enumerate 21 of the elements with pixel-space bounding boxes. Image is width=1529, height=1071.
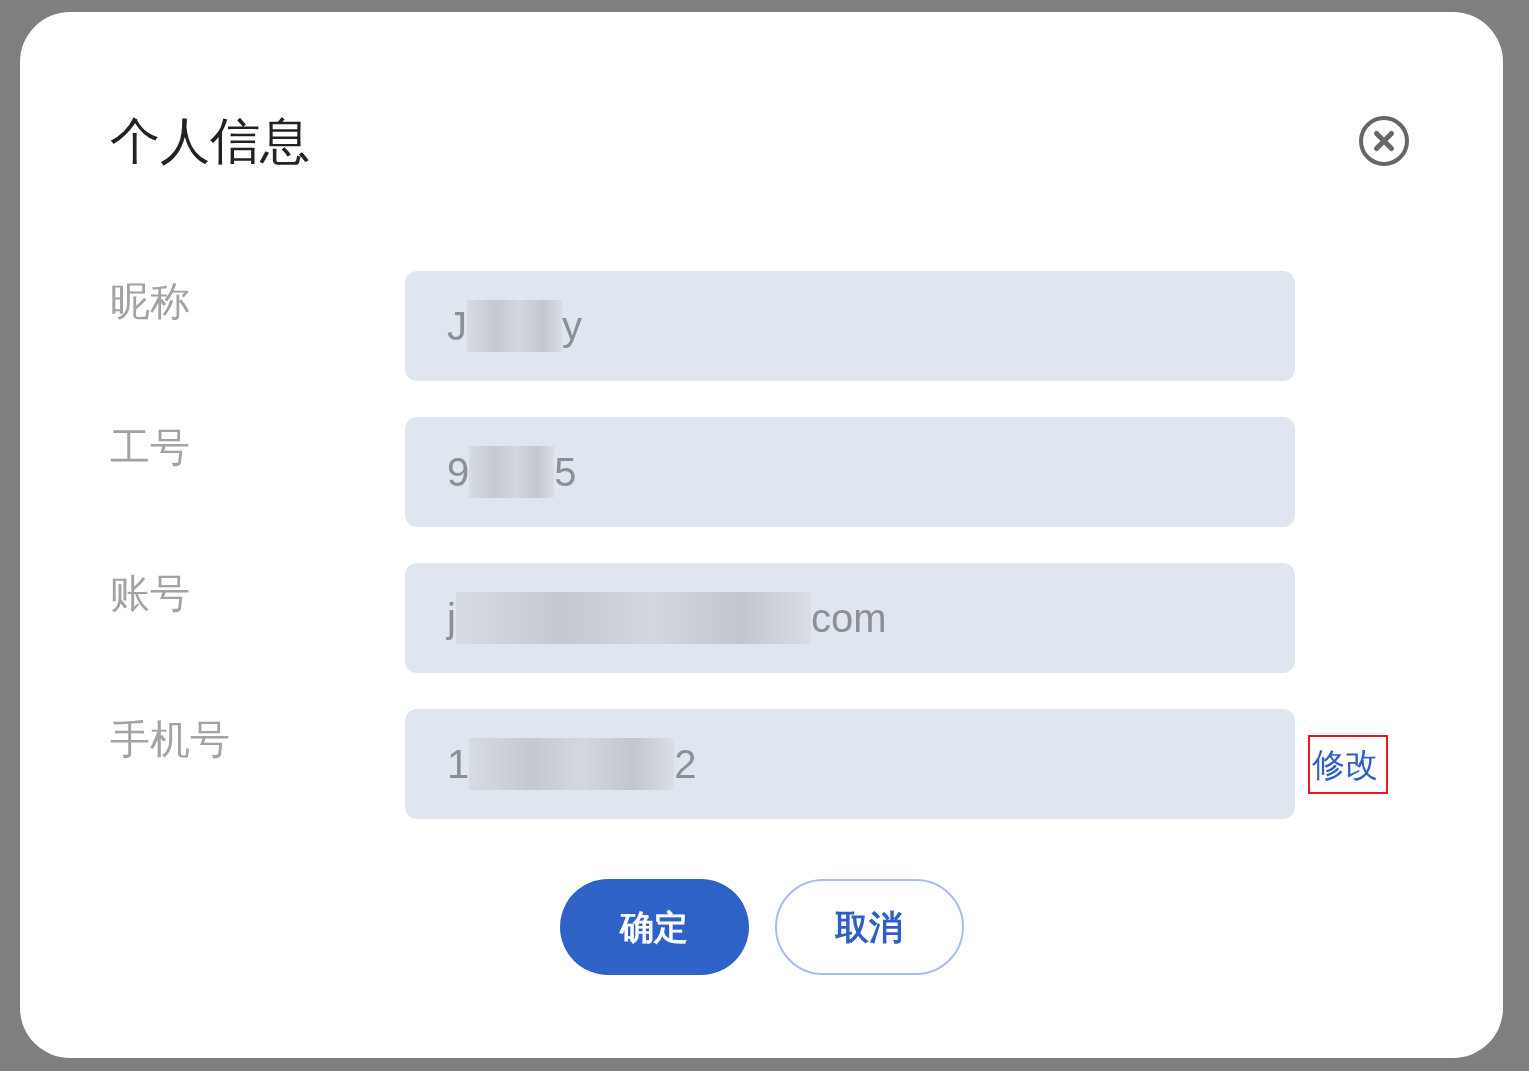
field-value: 1 [447,741,470,788]
field-label: 手机号 [110,716,231,759]
dialog-title: 个人信息 [110,116,310,166]
field-value: 2 [674,741,697,788]
field-value: 5 [554,449,577,496]
input-field[interactable]: 9 5 [405,417,1295,527]
field-value: 9 [447,449,470,496]
input-field[interactable]: 1 2 [405,709,1295,819]
field-value: J [447,303,467,350]
field-value: com [810,595,887,642]
field-label: 账号 [110,570,191,613]
input-field[interactable]: J y [405,271,1295,381]
field-value: y [562,303,582,350]
close-icon[interactable] [1359,116,1409,166]
cancel-button[interactable]: 取消 [774,879,964,975]
field-label: 昵称 [110,278,191,321]
confirm-button[interactable]: 确定 [559,879,749,975]
field-label: 工号 [110,424,191,467]
edit-link[interactable]: 修改 [1308,734,1388,794]
input-field[interactable]: j com [405,563,1295,673]
field-value: j [447,595,456,642]
